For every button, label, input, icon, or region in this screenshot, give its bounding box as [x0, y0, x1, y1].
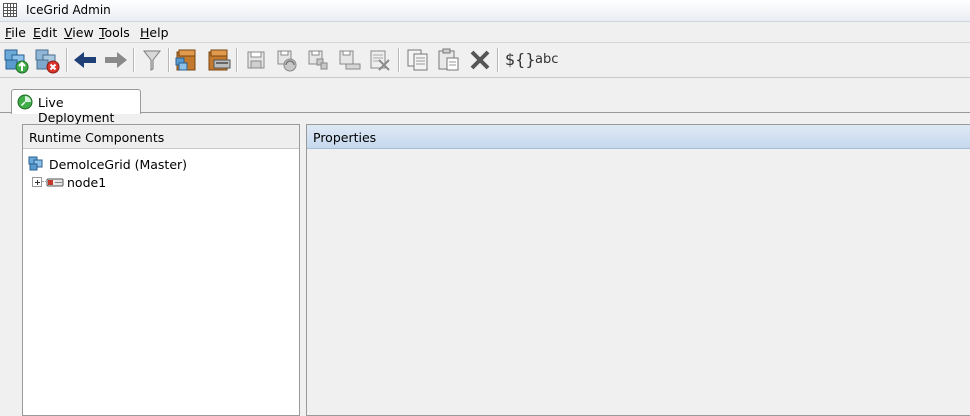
tab-line-cover [12, 112, 138, 113]
menu-file[interactable]: File [5, 25, 26, 40]
save-to-registry-without-restart-icon [308, 50, 328, 70]
toolbar-separator [66, 48, 68, 72]
copy-button[interactable] [404, 46, 432, 74]
forward-arrow-icon [105, 52, 127, 68]
toolbar-separator [168, 48, 170, 72]
menu-tools-label: ools [104, 25, 130, 40]
login-icon [4, 49, 29, 74]
tab-strip-line [0, 112, 970, 113]
toolbar-separator [398, 48, 400, 72]
copy-icon [407, 49, 428, 71]
forward-button[interactable] [102, 46, 130, 74]
menu-help[interactable]: Help [140, 25, 169, 40]
properties-pane: Properties [306, 124, 970, 416]
server-node-icon [46, 178, 64, 187]
menu-bar: File Edit View Tools Help [0, 22, 970, 43]
properties-title: Properties [313, 130, 377, 145]
open-application-registry-button[interactable] [204, 46, 232, 74]
save-button[interactable] [242, 46, 270, 74]
title-bar: IceGrid Admin [0, 0, 970, 22]
menu-file-label: ile [11, 25, 26, 40]
filter-button[interactable] [138, 46, 166, 74]
save-to-file-button[interactable] [335, 46, 363, 74]
filter-icon [142, 50, 162, 71]
paste-icon [438, 48, 459, 71]
window-title: IceGrid Admin [26, 3, 111, 17]
menu-edit-mnemonic: E [33, 25, 41, 40]
open-application-button[interactable] [173, 46, 201, 74]
back-arrow-icon [74, 52, 96, 68]
show-variables-button[interactable]: abc [535, 52, 558, 67]
discard-updates-icon [370, 50, 390, 71]
properties-header: Properties [307, 125, 970, 149]
menu-help-label: elp [149, 25, 169, 40]
runtime-components-title: Runtime Components [29, 130, 165, 145]
open-application-registry-icon [208, 49, 231, 71]
open-application-icon [175, 49, 196, 71]
menu-tools[interactable]: Tools [99, 25, 130, 40]
toolbar-separator [133, 48, 135, 72]
menu-help-mnemonic: H [140, 25, 150, 40]
menu-edit[interactable]: Edit [33, 25, 57, 40]
tree-expand-toggle[interactable] [32, 177, 42, 187]
save-to-registry-without-restart-button[interactable] [304, 46, 332, 74]
toolbar-separator [497, 48, 499, 72]
login-button[interactable] [3, 46, 31, 74]
save-to-file-icon [339, 50, 361, 70]
delete-icon [470, 50, 490, 70]
save-to-registry-icon [277, 50, 297, 72]
toolbar-separator [236, 48, 238, 72]
logout-button[interactable] [34, 46, 62, 74]
paste-button[interactable] [435, 46, 463, 74]
discard-updates-button[interactable] [366, 46, 394, 74]
registry-cubes-icon [28, 156, 43, 171]
menu-view[interactable]: View [64, 25, 94, 40]
tab-label: Live Deployment [38, 95, 115, 125]
tab-live-deployment[interactable]: Live Deployment [11, 89, 141, 125]
tree-root-label: DemoIceGrid (Master) [49, 157, 188, 172]
menu-edit-label: dit [40, 25, 58, 40]
tree-node-label: node1 [67, 175, 107, 190]
runtime-components-pane: Runtime Components DemoIceGrid (Master) … [22, 124, 300, 416]
toolbar: ${} abc [0, 43, 970, 78]
delete-button[interactable] [466, 46, 494, 74]
menu-view-label: iew [72, 25, 94, 40]
save-to-registry-button[interactable] [273, 46, 301, 74]
substitute-variables-button[interactable]: ${} [505, 50, 536, 69]
back-button[interactable] [71, 46, 99, 74]
save-icon [247, 51, 265, 69]
logout-icon [35, 49, 60, 74]
grid-app-icon [3, 3, 17, 17]
live-deployment-icon [17, 94, 33, 110]
runtime-components-header: Runtime Components [23, 125, 299, 149]
